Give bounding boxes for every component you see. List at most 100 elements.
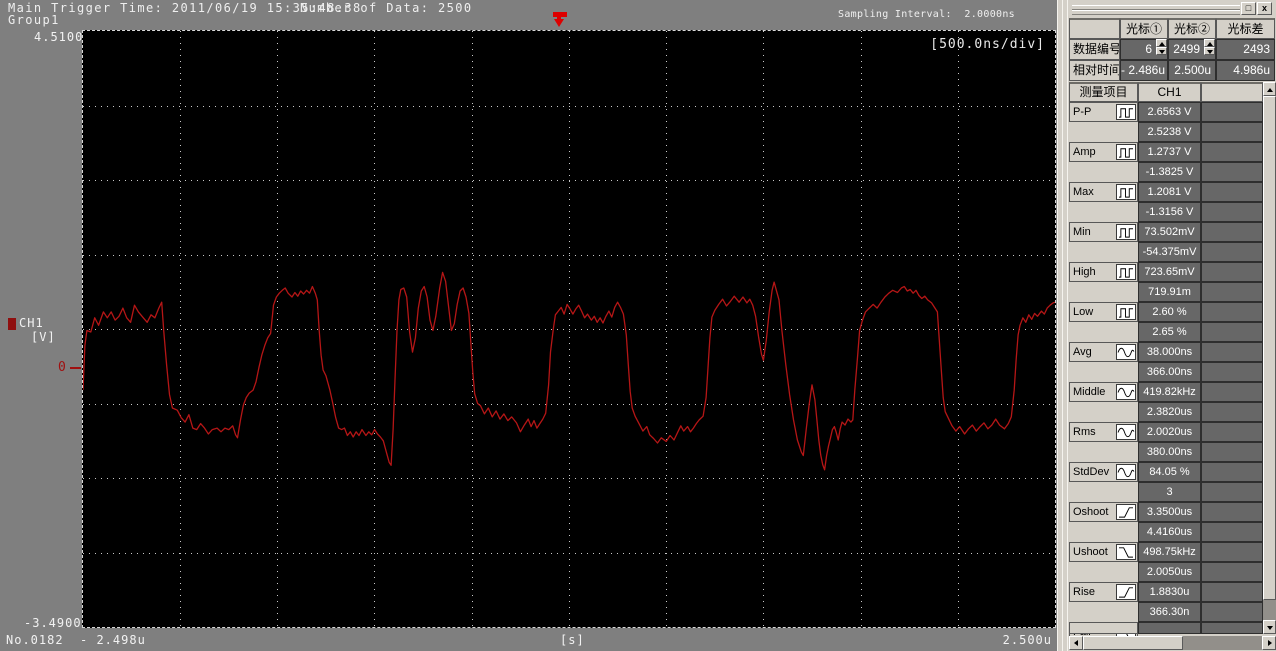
measure-row-label-amp[interactable]: Amp xyxy=(1069,142,1138,162)
measure-row-label-max[interactable]: Max xyxy=(1069,182,1138,202)
record-number-label: No.0182 xyxy=(6,633,64,647)
waveform-plot-area[interactable]: [500.0ns/div] xyxy=(82,30,1056,628)
measure-value-fall: 366.00ns xyxy=(1138,362,1201,382)
measure-value-burst2: 4.4160us xyxy=(1138,522,1201,542)
measure-blank-cell xyxy=(1201,462,1263,482)
measure-item-name: Max xyxy=(1073,186,1094,198)
group-label: Group1 xyxy=(8,13,60,27)
cursor2-spinner[interactable] xyxy=(1204,39,1215,56)
channel-unit-label: [V] xyxy=(31,330,56,344)
measure-value-int2ty: 366.30n xyxy=(1138,602,1201,622)
trigger-position-icon[interactable] xyxy=(552,11,570,28)
time-per-div-label: [500.0ns/div] xyxy=(930,37,1045,52)
measure-blank-cell xyxy=(1201,322,1263,342)
measure-row-label-min[interactable]: Min xyxy=(1069,222,1138,242)
cursor-diff-relative-time-value: 4.986u xyxy=(1216,60,1275,81)
horizontal-scroll-thumb[interactable] xyxy=(1083,636,1183,650)
cursor2-column-header: 光标② xyxy=(1168,18,1216,39)
number-of-data-label: Number of Data: 2500 xyxy=(300,1,473,15)
measure-tail-label-cell xyxy=(1069,622,1138,634)
measure-item-name: Min xyxy=(1073,226,1091,238)
measure-blank-cell xyxy=(1201,522,1263,542)
measure-row-label-low[interactable]: Low xyxy=(1069,302,1138,322)
high-icon xyxy=(1116,264,1136,280)
measure-blank-cell xyxy=(1201,182,1263,202)
cursor-diff-data-number-value: 2493 xyxy=(1216,39,1275,60)
measure-value-avg: 73.502mV xyxy=(1138,222,1201,242)
measure-blank-cell xyxy=(1201,382,1263,402)
spinner-up-button[interactable] xyxy=(1204,39,1215,47)
spinner-down-button[interactable] xyxy=(1156,47,1167,55)
channel-color-marker xyxy=(8,318,16,330)
measure-vertical-scrollbar[interactable] xyxy=(1263,82,1276,634)
measure-blank-cell xyxy=(1201,582,1263,602)
measure-value-middle: -54.375mV xyxy=(1138,242,1201,262)
panel-close-button[interactable]: x xyxy=(1257,2,1272,15)
measure-item-name: P-P xyxy=(1073,106,1092,118)
measure-value-pp: 2.6563 V xyxy=(1138,102,1201,122)
measure-blank-cell xyxy=(1201,402,1263,422)
measure-value-stddev: 719.91m xyxy=(1138,282,1201,302)
panel-horizontal-scrollbar[interactable] xyxy=(1069,636,1276,650)
measure-blank-cell xyxy=(1201,482,1263,502)
measure-row-label-stddev[interactable]: StdDev xyxy=(1069,462,1138,482)
sampling-interval-label: Sampling Interval: 2.0000ns xyxy=(838,9,1015,20)
measure-row-label-high[interactable]: High xyxy=(1069,262,1138,282)
peak-to-peak-icon xyxy=(1116,104,1136,120)
measure-row-label-middle[interactable]: Middle xyxy=(1069,382,1138,402)
measure-row-label-ushoot[interactable]: Ushoot xyxy=(1069,542,1138,562)
scroll-right-button[interactable] xyxy=(1262,636,1276,650)
cursor1-column-header: 光标① xyxy=(1120,18,1168,39)
measure-row-label-rms[interactable]: Rms xyxy=(1069,422,1138,442)
measure-value-ushoot: 2.65 % xyxy=(1138,322,1201,342)
vertical-scroll-track[interactable] xyxy=(1263,600,1276,620)
scroll-down-button[interactable] xyxy=(1263,620,1276,634)
y-axis-max-label: 4.5100 xyxy=(34,30,84,44)
scroll-up-button[interactable] xyxy=(1263,82,1276,96)
spinner-up-button[interactable] xyxy=(1156,39,1167,47)
measure-item-name: Ushoot xyxy=(1073,546,1108,558)
measure-blank-cell xyxy=(1201,502,1263,522)
measure-value-duty: 84.05 % xyxy=(1138,462,1201,482)
middle-icon xyxy=(1116,384,1136,400)
average-icon xyxy=(1116,344,1136,360)
scroll-left-button[interactable] xyxy=(1069,636,1083,650)
cursor1-relative-time-value: - 2.486u xyxy=(1120,60,1168,81)
overshoot-icon xyxy=(1116,504,1136,520)
measure-blank-cell xyxy=(1201,302,1263,322)
measure-row-label-pp[interactable]: P-P xyxy=(1069,102,1138,122)
measure-item-name: Avg xyxy=(1073,346,1092,358)
panel-grip[interactable] xyxy=(1072,10,1240,15)
measure-blank-cell xyxy=(1201,222,1263,242)
measure-tail-value-cell xyxy=(1138,622,1201,634)
measure-item-name: Rms xyxy=(1073,426,1096,438)
measure-blank-cell xyxy=(1201,362,1263,382)
y-axis-min-label: -3.4900 xyxy=(24,616,82,630)
stddev-icon xyxy=(1116,464,1136,480)
measure-blank-cell xyxy=(1201,542,1263,562)
vertical-scroll-thumb[interactable] xyxy=(1263,96,1276,600)
measure-value-min: -1.3825 V xyxy=(1138,162,1201,182)
measure-row-label-avg[interactable]: Avg xyxy=(1069,342,1138,362)
cursor1-spinner[interactable] xyxy=(1156,39,1167,56)
panel-maximize-button[interactable]: □ xyxy=(1241,2,1256,15)
measure-value-pulse: 3 xyxy=(1138,482,1201,502)
rms-icon xyxy=(1116,424,1136,440)
spinner-down-button[interactable] xyxy=(1204,47,1215,55)
measure-blank-cell xyxy=(1201,122,1263,142)
measure-blank-cell xyxy=(1201,142,1263,162)
cursor2-relative-time-value: 2.500u xyxy=(1168,60,1216,81)
amplitude-icon xyxy=(1116,144,1136,160)
measure-item-name: Rise xyxy=(1073,586,1096,598)
measure-row-label-rise[interactable]: Rise xyxy=(1069,582,1138,602)
cursor-header-blank xyxy=(1069,18,1120,39)
measure-blank-cell xyxy=(1201,162,1263,182)
measure-item-name: Low xyxy=(1073,306,1094,318)
measure-blank-column-header xyxy=(1201,82,1263,102)
data-number-row-label: 数据编号 xyxy=(1069,39,1120,60)
measure-blank-cell xyxy=(1201,262,1263,282)
measure-blank-cell xyxy=(1201,442,1263,462)
cursor-diff-column-header: 光标差 xyxy=(1216,18,1275,39)
relative-time-row-label: 相对时间 xyxy=(1069,60,1120,81)
measure-row-label-oshoot[interactable]: Oshoot xyxy=(1069,502,1138,522)
